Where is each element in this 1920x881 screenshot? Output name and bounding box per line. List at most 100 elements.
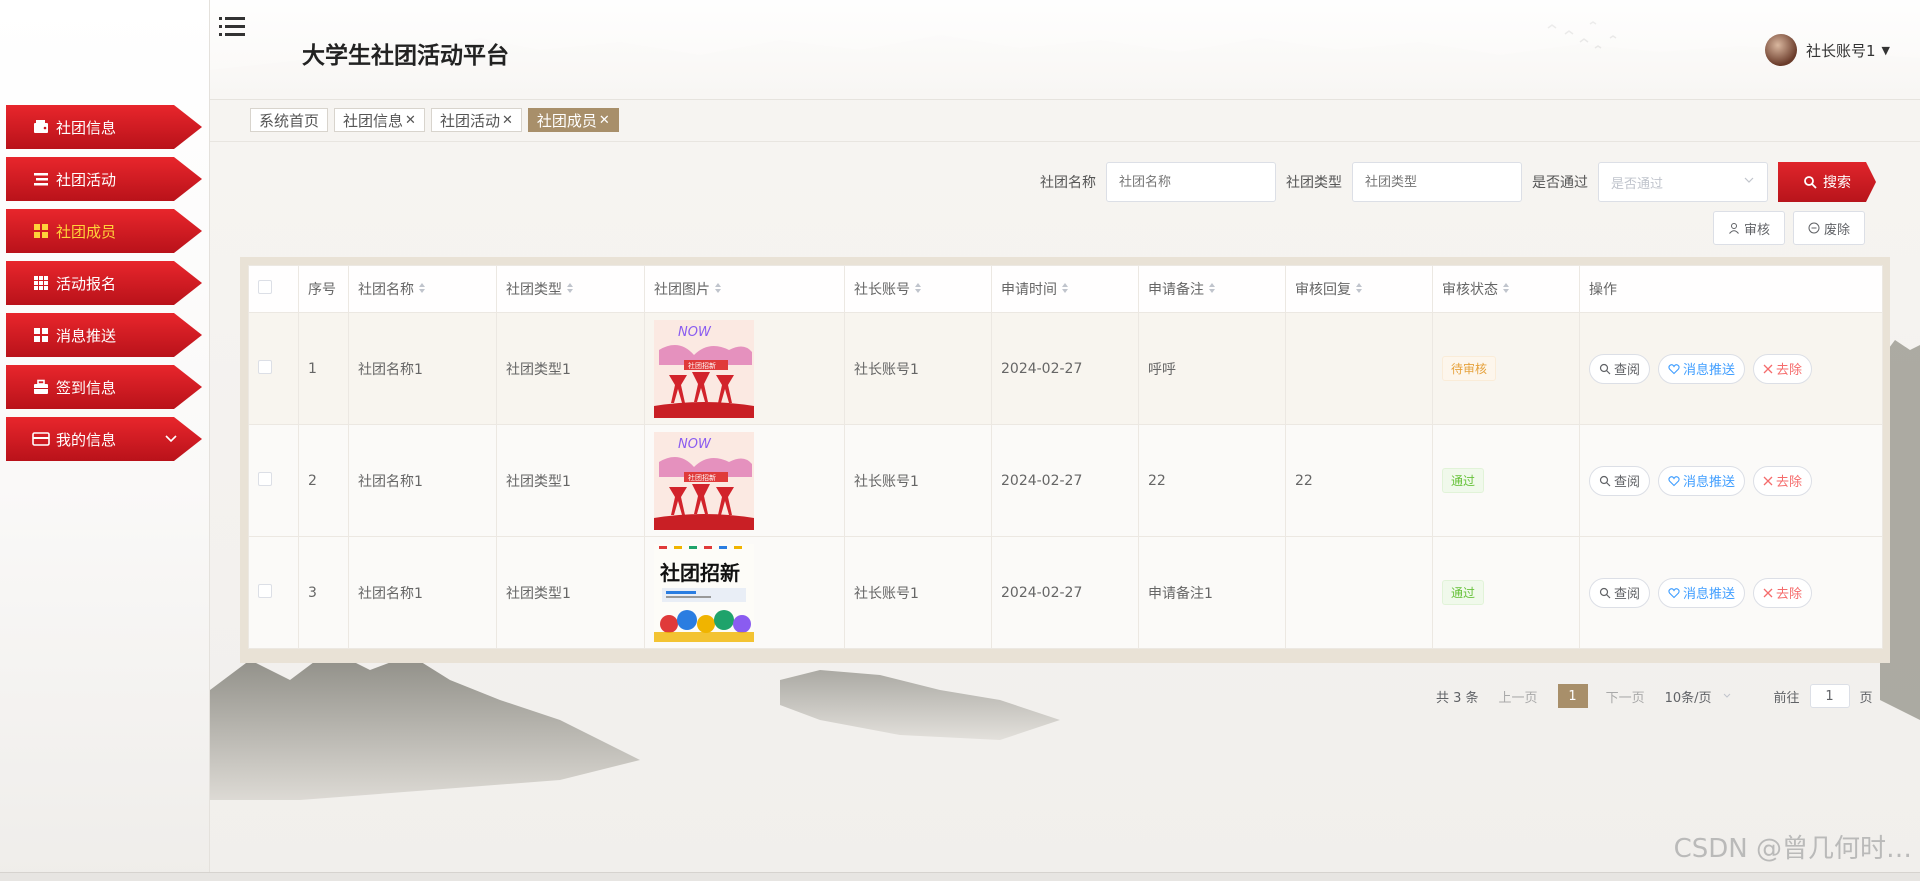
close-icon [1763, 364, 1773, 373]
tab-club-activity[interactable]: 社团活动 ✕ [430, 108, 522, 132]
column-header[interactable]: 社团图片 [644, 265, 845, 313]
sort-icon[interactable] [1502, 282, 1510, 298]
remove-button[interactable]: 去除 [1753, 577, 1813, 608]
pass-select[interactable]: 是否通过 [1598, 162, 1768, 202]
index-cell: 2 [298, 424, 349, 537]
search-button[interactable]: 搜索 [1778, 162, 1876, 202]
club-poster-image[interactable]: NOW 社团招新 [654, 319, 754, 418]
pagination: 共 3 条 上一页 1 下一页 10条/页 前往 页 [1436, 684, 1873, 708]
view-button[interactable]: 查阅 [1589, 465, 1651, 496]
club-image-cell: NOW 社团招新 [644, 424, 845, 537]
goto-label: 前往 [1773, 690, 1800, 706]
tab-club-members[interactable]: 社团成员 ✕ [527, 108, 619, 132]
column-header[interactable]: 社长账号 [844, 265, 992, 313]
review-button[interactable]: 审核 [1713, 211, 1786, 245]
sidebar-item-club-members[interactable]: 社团成员 [6, 209, 202, 253]
remark-cell: 22 [1138, 424, 1286, 537]
column-header[interactable]: 审核回复 [1285, 265, 1433, 313]
actions-cell: 查阅 消息推送 去除 [1579, 536, 1883, 649]
chevron-down-icon [1723, 693, 1730, 698]
club-poster-image[interactable]: NOW 社团招新 [654, 431, 754, 530]
club-type-cell: 社团类型1 [496, 536, 645, 649]
sort-icon[interactable] [1355, 282, 1363, 298]
tab-club-info[interactable]: 社团信息 ✕ [334, 108, 425, 132]
sidebar-menu: 社团信息 社团活动 社团成员 活动报名 消息推送 签到信息 我的信息 [6, 105, 206, 469]
sidebar-item-message-push[interactable]: 消息推送 [6, 313, 202, 357]
select-all-checkbox[interactable] [258, 280, 272, 294]
select-all-cell [248, 265, 299, 313]
remove-button[interactable]: 去除 [1753, 465, 1813, 496]
column-header[interactable]: 审核状态 [1432, 265, 1580, 313]
username: 社长账号1 [1805, 41, 1876, 60]
poster-text: 社团招新 [688, 361, 716, 370]
current-page[interactable]: 1 [1557, 684, 1588, 708]
remove-label: 去除 [1776, 363, 1803, 378]
grid-icon [32, 222, 50, 240]
push-message-button[interactable]: 消息推送 [1658, 465, 1746, 496]
row-checkbox[interactable] [258, 359, 272, 374]
time-cell: 2024-02-27 [991, 424, 1139, 537]
poster-text: 社团招新 [688, 473, 716, 482]
column-header: 序号 [298, 265, 349, 313]
apps-icon [32, 274, 50, 292]
push-message-button[interactable]: 消息推送 [1658, 577, 1746, 608]
tab-bar: 系统首页 社团信息 ✕ 社团活动 ✕ 社团成员 ✕ [250, 108, 625, 132]
sort-icon[interactable] [1061, 282, 1069, 298]
remove-label: 去除 [1776, 475, 1803, 490]
column-header[interactable]: 社团类型 [496, 265, 645, 313]
prev-page-button[interactable]: 上一页 [1499, 687, 1538, 706]
view-button[interactable]: 查阅 [1589, 577, 1651, 608]
club-name-cell: 社团名称1 [348, 424, 497, 537]
column-header[interactable]: 申请备注 [1138, 265, 1286, 313]
minus-circle-icon [1808, 222, 1820, 234]
sidebar-item-my-info[interactable]: 我的信息 [6, 417, 202, 461]
row-checkbox[interactable] [258, 471, 272, 486]
sidebar-item-activity-signup[interactable]: 活动报名 [6, 261, 202, 305]
column-label: 审核回复 [1295, 282, 1351, 298]
close-icon [1763, 476, 1773, 485]
sort-icon[interactable] [914, 282, 922, 298]
sidebar-item-club-activity[interactable]: 社团活动 [6, 157, 202, 201]
next-page-button[interactable]: 下一页 [1606, 687, 1645, 706]
column-label: 审核状态 [1442, 282, 1498, 298]
club-name-input[interactable] [1106, 162, 1276, 202]
reply-cell [1285, 536, 1433, 649]
view-button[interactable]: 查阅 [1589, 353, 1651, 384]
close-icon[interactable]: ✕ [599, 113, 610, 128]
discard-button[interactable]: 废除 [1793, 211, 1866, 245]
search-button-label: 搜索 [1823, 175, 1851, 191]
time-cell: 2024-02-27 [991, 312, 1139, 425]
club-poster-image[interactable]: 社团招新 [654, 543, 754, 642]
page-size-select[interactable]: 10条/页 [1665, 687, 1734, 706]
push-label: 消息推送 [1683, 475, 1736, 490]
column-header[interactable]: 社团名称 [348, 265, 497, 313]
sort-icon[interactable] [418, 282, 426, 298]
remark-cell: 申请备注1 [1138, 536, 1286, 649]
sidebar-item-club-info[interactable]: 社团信息 [6, 105, 202, 149]
tabs-divider [210, 141, 1920, 142]
club-type-input[interactable] [1352, 162, 1522, 202]
actions-cell: 查阅 消息推送 去除 [1579, 312, 1883, 425]
search-bar: 社团名称 社团类型 是否通过 是否通过 搜索 [1040, 162, 1876, 202]
close-icon[interactable]: ✕ [405, 113, 416, 128]
status-badge: 通过 [1442, 580, 1485, 605]
watermark: CSDN @曾几何时… [1673, 834, 1912, 864]
user-menu[interactable]: 社长账号1 ▼ [1764, 34, 1890, 66]
sidebar-item-label: 社团活动 [56, 170, 117, 189]
row-checkbox[interactable] [258, 583, 272, 598]
menu-toggle-icon[interactable] [218, 14, 246, 40]
close-icon[interactable]: ✕ [502, 113, 513, 128]
header: 大学生社团活动平台 社长账号1 ▼ [210, 0, 1920, 100]
goto-page-input[interactable] [1809, 684, 1850, 708]
heart-icon [1668, 587, 1680, 598]
sort-icon[interactable] [566, 282, 574, 298]
sort-icon[interactable] [1208, 282, 1216, 298]
column-label: 申请时间 [1001, 282, 1057, 298]
push-message-button[interactable]: 消息推送 [1658, 353, 1746, 384]
tab-home[interactable]: 系统首页 [250, 108, 329, 132]
remove-button[interactable]: 去除 [1753, 353, 1813, 384]
sidebar-item-checkin-info[interactable]: 签到信息 [6, 365, 202, 409]
search-icon [1599, 475, 1611, 486]
sort-icon[interactable] [714, 282, 722, 298]
column-header[interactable]: 申请时间 [991, 265, 1139, 313]
